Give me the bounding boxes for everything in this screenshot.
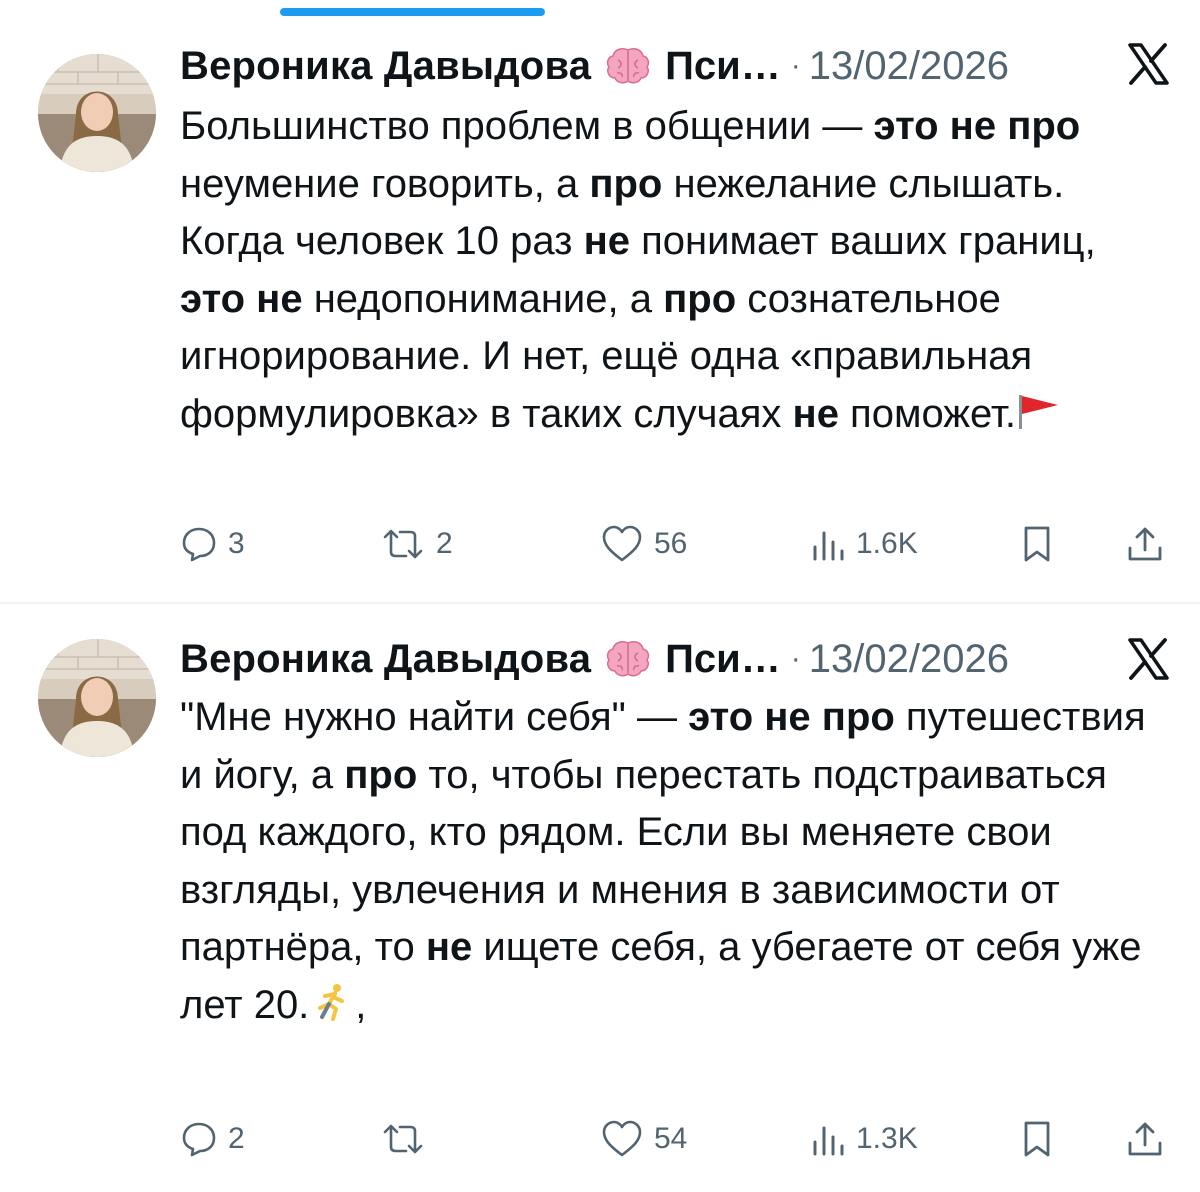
text-segment: "Мне нужно найти себя" — xyxy=(180,695,689,739)
like-icon xyxy=(600,524,644,564)
separator-dot: · xyxy=(790,642,801,675)
bold-segment: про xyxy=(663,276,737,321)
like-count: 56 xyxy=(654,527,688,560)
like-button[interactable]: 54 xyxy=(600,1114,687,1164)
views-icon xyxy=(810,525,846,563)
running-person-emoji xyxy=(309,982,355,1022)
views-icon xyxy=(810,1120,846,1158)
bookmark-icon xyxy=(1020,1119,1054,1159)
tweet-text: "Мне нужно найти себя" — это не про путе… xyxy=(180,689,1165,1034)
reply-icon xyxy=(180,525,218,563)
reply-count: 3 xyxy=(228,527,245,560)
text-segment: Большинство проблем в общении — xyxy=(180,104,874,148)
share-button[interactable] xyxy=(1125,519,1165,569)
reply-count: 2 xyxy=(228,1122,245,1155)
retweet-count: 2 xyxy=(436,527,453,560)
retweet-button[interactable]: 2 xyxy=(380,519,453,569)
author-name-suffix[interactable]: Пси… xyxy=(665,44,781,89)
bold-segment: это не xyxy=(180,276,303,321)
bold-segment: это не про xyxy=(688,695,895,739)
bold-segment: про xyxy=(344,752,418,797)
bold-segment: не xyxy=(425,925,473,969)
tweet-actions: 3 2 56 1.6K xyxy=(180,519,1180,569)
retweet-icon xyxy=(380,525,426,563)
brain-icon xyxy=(605,639,651,679)
bold-segment: это не про xyxy=(873,104,1081,148)
bold-segment: не xyxy=(583,219,630,263)
tweet-header: Вероника Давыдова Пси… · 13/02/2026 xyxy=(180,629,1180,689)
brain-icon xyxy=(605,46,651,86)
bold-segment: про xyxy=(589,161,663,206)
trailing-text: , xyxy=(355,982,367,1027)
like-count: 54 xyxy=(654,1122,688,1155)
avatar[interactable] xyxy=(38,54,156,172)
like-icon xyxy=(600,1119,644,1159)
reply-icon xyxy=(180,1120,218,1158)
tweet-header: Вероника Давыдова Пси… · 13/02/2026 xyxy=(180,36,1180,96)
tweet[interactable]: Вероника Давыдова Пси… · 13/02/2026 "Мне… xyxy=(0,605,1200,1192)
bookmark-button[interactable] xyxy=(1020,1114,1054,1164)
text-segment: недопонимание, а xyxy=(302,276,664,321)
retweet-button[interactable] xyxy=(380,1114,436,1164)
bold-segment: не xyxy=(792,391,839,436)
reply-button[interactable]: 2 xyxy=(180,1114,245,1164)
views-button[interactable]: 1.3K xyxy=(810,1114,918,1164)
author-name-suffix[interactable]: Пси… xyxy=(665,637,781,682)
tweet-divider xyxy=(0,602,1200,604)
share-button[interactable] xyxy=(1125,1114,1165,1164)
separator-dot: · xyxy=(790,49,801,82)
views-button[interactable]: 1.6K xyxy=(810,519,918,569)
share-icon xyxy=(1125,524,1165,564)
tweet[interactable]: Вероника Давыдова Пси… · 13/02/2026 Боль… xyxy=(0,0,1200,603)
tweet-text: Большинство проблем в общении — это не п… xyxy=(180,98,1165,443)
views-count: 1.3K xyxy=(856,1122,918,1155)
avatar[interactable] xyxy=(38,639,156,757)
views-count: 1.6K xyxy=(856,527,918,560)
retweet-icon xyxy=(380,1120,426,1158)
author-name[interactable]: Вероника Давыдова xyxy=(180,637,591,682)
like-button[interactable]: 56 xyxy=(600,519,687,569)
author-name[interactable]: Вероника Давыдова xyxy=(180,44,591,89)
text-segment: поможет. xyxy=(838,391,1016,436)
text-segment: понимает ваших границ, xyxy=(630,219,1096,263)
x-logo-icon[interactable] xyxy=(1126,42,1170,86)
x-logo-icon[interactable] xyxy=(1126,637,1170,681)
tweet-date[interactable]: 13/02/2026 xyxy=(809,44,1009,89)
bookmark-icon xyxy=(1020,524,1054,564)
share-icon xyxy=(1125,1119,1165,1159)
text-segment: неумение говорить, а xyxy=(180,161,590,206)
red-flag-emoji xyxy=(1016,391,1062,431)
tweet-actions: 2 54 1.3K xyxy=(180,1114,1180,1164)
reply-button[interactable]: 3 xyxy=(180,519,245,569)
tweet-date[interactable]: 13/02/2026 xyxy=(809,637,1009,682)
bookmark-button[interactable] xyxy=(1020,519,1054,569)
